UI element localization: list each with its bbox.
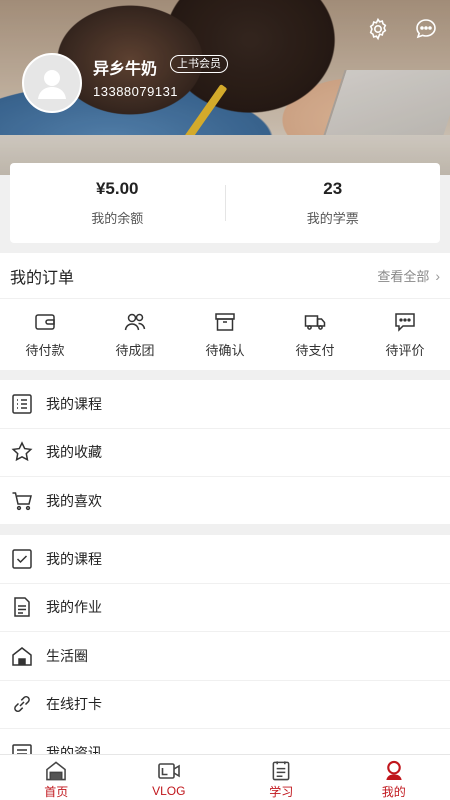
- menu-item-label: 我的课程: [46, 550, 102, 567]
- list-icon: [12, 394, 32, 414]
- news-icon: [12, 744, 32, 755]
- menu-item-label: 我的喜欢: [46, 492, 102, 509]
- tab-label: 首页: [44, 785, 69, 799]
- menu-item-label: 我的收藏: [46, 444, 102, 461]
- order-pending-payment[interactable]: 待付款: [0, 299, 90, 369]
- camera-tab-icon: [157, 763, 180, 779]
- tab-home[interactable]: 首页: [0, 755, 113, 800]
- tab-label: 我的: [381, 785, 406, 799]
- avatar[interactable]: [22, 53, 82, 113]
- menu-list-secondary: 我的课程 我的作业 生活圈 在线打卡 我的资讯: [0, 535, 450, 755]
- order-label: 待支付: [295, 342, 335, 358]
- order-label: 待评价: [385, 342, 425, 358]
- orders-title: 我的订单: [10, 269, 75, 287]
- document-icon: [14, 597, 30, 617]
- menu-item-life-circle[interactable]: 生活圈: [0, 632, 450, 681]
- menu-list-primary: 我的课程 我的收藏 我的喜欢: [0, 380, 450, 526]
- wallet-icon: [35, 313, 55, 330]
- tickets-value: 23: [323, 179, 343, 198]
- menu-item-label: 我的课程: [46, 395, 102, 412]
- tab-label: 学习: [269, 785, 294, 799]
- user-avatar-icon: [38, 70, 66, 99]
- tab-profile[interactable]: 我的: [338, 755, 450, 800]
- balance-card: ¥5.00 我的余额 23 我的学票: [10, 163, 440, 243]
- view-all-label: 查看全部: [377, 269, 430, 284]
- order-pending-pay[interactable]: 待支付: [270, 299, 360, 369]
- star-icon: [11, 441, 33, 462]
- menu-item-label: 生活圈: [46, 647, 88, 664]
- study-tab-icon: [272, 761, 290, 781]
- view-all-orders-link[interactable]: 查看全部 ›: [377, 266, 440, 285]
- order-label: 待付款: [25, 342, 65, 358]
- username: 异乡牛奶: [93, 61, 158, 78]
- orders-section: 我的订单 查看全部 › 待付款 待成团 待确认 待支付 待评价: [0, 253, 450, 370]
- settings-icon[interactable]: [365, 16, 391, 42]
- menu-item-my-homework[interactable]: 我的作业: [0, 584, 450, 632]
- menu-item-my-news[interactable]: 我的资讯: [0, 729, 450, 755]
- balance-value: ¥5.00: [95, 179, 139, 198]
- profile-tab-icon: [386, 760, 402, 781]
- group-icon: [124, 313, 146, 330]
- chevron-right-icon: ›: [435, 267, 440, 284]
- message-icon[interactable]: [413, 16, 439, 42]
- phone-number: 13388079131: [93, 84, 179, 99]
- truck-icon: [304, 314, 326, 330]
- balance-item[interactable]: ¥5.00 我的余额: [10, 163, 225, 243]
- box-icon: [215, 312, 235, 331]
- order-pending-review[interactable]: 待评价: [360, 299, 450, 369]
- bottom-tab-bar: 首页 VLOG 学习 我的: [0, 754, 450, 800]
- member-badge: 上书会员: [170, 55, 228, 73]
- balance-label: 我的余额: [91, 211, 144, 226]
- order-label: 待确认: [205, 342, 245, 358]
- checkbox-icon: [12, 549, 32, 569]
- menu-item-label: 我的作业: [46, 599, 102, 616]
- tickets-item[interactable]: 23 我的学票: [226, 163, 441, 243]
- menu-item-my-courses-2[interactable]: 我的课程: [0, 535, 450, 584]
- orders-status-row: 待付款 待成团 待确认 待支付 待评价: [0, 299, 450, 369]
- menu-item-my-likes[interactable]: 我的喜欢: [0, 477, 450, 526]
- menu-item-my-courses[interactable]: 我的课程: [0, 380, 450, 429]
- menu-item-online-checkin[interactable]: 在线打卡: [0, 681, 450, 729]
- order-pending-confirm[interactable]: 待确认: [180, 299, 270, 369]
- home-icon: [12, 646, 32, 666]
- comment-icon: [395, 312, 415, 332]
- order-pending-group[interactable]: 待成团: [90, 299, 180, 369]
- tab-vlog[interactable]: VLOG: [113, 755, 226, 800]
- orders-header: 我的订单 查看全部 ›: [0, 253, 450, 299]
- tab-label: VLOG: [152, 784, 186, 798]
- link-icon: [14, 696, 30, 713]
- menu-item-label: 在线打卡: [46, 696, 102, 713]
- tickets-label: 我的学票: [306, 211, 359, 226]
- cart-icon: [12, 492, 32, 510]
- tab-study[interactable]: 学习: [225, 755, 338, 800]
- menu-item-my-favorites[interactable]: 我的收藏: [0, 429, 450, 477]
- home-tab-icon: [46, 761, 67, 781]
- order-label: 待成团: [115, 342, 155, 358]
